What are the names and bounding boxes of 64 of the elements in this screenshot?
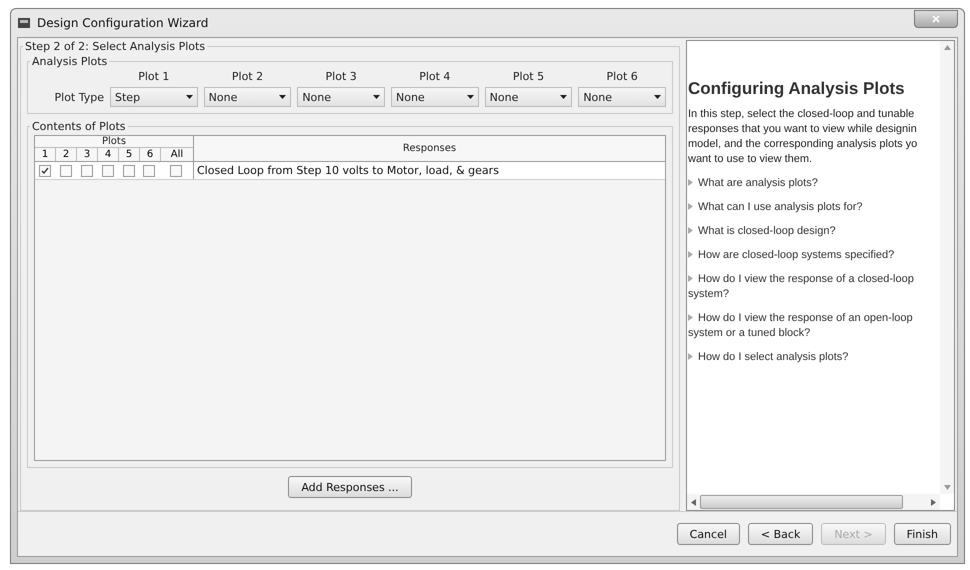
help-topic-link[interactable]: What is closed-loop design? xyxy=(688,224,940,239)
step-title: Step 2 of 2: Select Analysis Plots xyxy=(24,40,206,53)
plot-heading: Plot 1 xyxy=(137,70,170,83)
plot-heading: Plot 6 xyxy=(606,70,639,83)
checkbox[interactable] xyxy=(122,164,135,176)
help-topic-link[interactable]: What can I use analysis plots for? xyxy=(688,200,940,215)
plot-heading: Plot 3 xyxy=(324,70,358,83)
expand-triangle-icon xyxy=(688,227,693,234)
window-title: Design Configuration Wizard xyxy=(37,16,210,30)
help-topic-link[interactable]: How do I select analysis plots? xyxy=(688,350,940,365)
help-text-line: responses that you want to view while designin xyxy=(688,122,918,137)
dropdown-arrow-icon xyxy=(654,95,661,99)
scroll-right-arrow-icon[interactable] xyxy=(931,498,936,506)
checkbox[interactable] xyxy=(60,164,72,176)
expand-triangle-icon xyxy=(688,314,693,321)
help-text-line: model, and the corresponding analysis plots yo xyxy=(688,137,918,152)
horizontal-scrollbar[interactable] xyxy=(687,494,940,510)
checkbox[interactable] xyxy=(39,164,52,176)
expand-triangle-icon xyxy=(688,251,693,258)
plot-type-dropdown[interactable]: None xyxy=(297,87,385,107)
help-topic-link[interactable]: How do I view the response of an open-loop system or a tuned block? xyxy=(688,311,940,341)
scroll-down-arrow-icon[interactable] xyxy=(944,485,950,490)
dropdown-arrow-icon xyxy=(466,95,474,99)
app-icon xyxy=(17,16,31,30)
plot-type-dropdown[interactable]: None xyxy=(390,87,479,107)
vertical-scrollbar[interactable] xyxy=(940,41,954,494)
plot-heading: Plot 4 xyxy=(418,70,452,83)
dropdown-arrow-icon xyxy=(186,95,193,99)
group-title: Analysis Plots xyxy=(31,55,108,68)
plot-type-label: Plot Type xyxy=(54,90,104,104)
close-icon xyxy=(932,15,940,23)
scroll-left-arrow-icon[interactable] xyxy=(691,498,696,506)
plot-heading: Plot 2 xyxy=(230,70,264,83)
dropdown-arrow-icon xyxy=(560,95,568,99)
checkbox[interactable] xyxy=(170,164,182,176)
dropdown-arrow-icon xyxy=(279,95,286,99)
wizard-button[interactable]: Cancel xyxy=(676,523,740,545)
plot-type-dropdown[interactable]: None xyxy=(484,87,572,107)
checkbox[interactable] xyxy=(143,164,156,176)
group-title: Contents of Plots xyxy=(31,120,127,133)
expand-triangle-icon xyxy=(688,353,693,360)
scrollbar-thumb[interactable] xyxy=(700,495,903,509)
plot-type-dropdown[interactable]: None xyxy=(204,87,292,107)
help-topic-link[interactable]: What are analysis plots? xyxy=(688,176,940,191)
help-text-line: In this step, select the closed-loop and tunable xyxy=(688,107,916,122)
add-responses-button[interactable]: Add Responses ... xyxy=(288,476,412,498)
scroll-up-arrow-icon[interactable] xyxy=(944,45,950,50)
plot-type-dropdown[interactable]: Step xyxy=(110,87,198,107)
plot-heading: Plot 5 xyxy=(512,70,546,83)
help-topic-link[interactable]: How do I view the response of a closed-loop system? xyxy=(688,272,940,302)
expand-triangle-icon xyxy=(688,275,693,282)
close-button[interactable] xyxy=(914,10,958,28)
help-topic-link[interactable]: How are closed-loop systems specified? xyxy=(688,248,940,263)
plot-type-dropdown[interactable]: None xyxy=(578,87,666,107)
dropdown-arrow-icon xyxy=(372,95,380,99)
wizard-button[interactable]: < Back xyxy=(748,523,814,545)
help-title: Configuring Analysis Plots xyxy=(688,79,906,99)
expand-triangle-icon xyxy=(688,179,693,186)
expand-triangle-icon xyxy=(688,203,693,210)
wizard-button[interactable]: Finish xyxy=(894,523,951,545)
help-text-line: want to use to view them. xyxy=(688,152,814,167)
table-cell-text: Closed Loop from Step 10 volts to Motor, load, & gears xyxy=(196,163,500,179)
checkbox[interactable] xyxy=(80,164,93,176)
checkbox[interactable] xyxy=(102,164,114,176)
